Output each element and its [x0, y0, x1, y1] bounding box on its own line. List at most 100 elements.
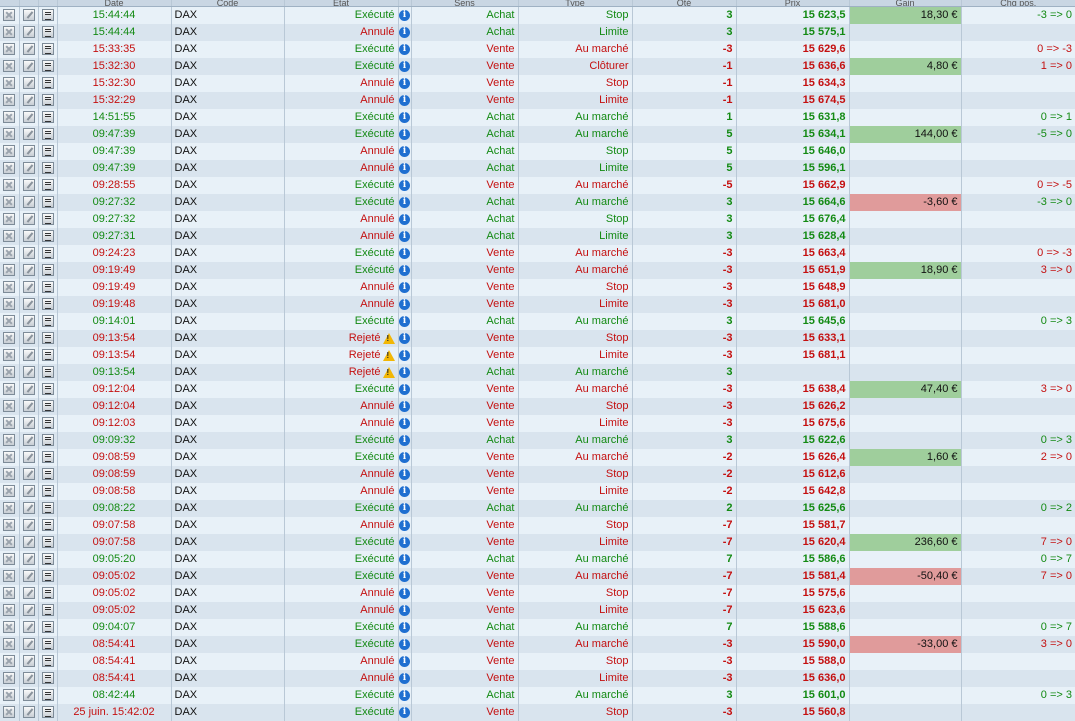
info-button[interactable]: i: [398, 567, 412, 585]
table-row[interactable]: 08:54:41 DAX Exécuté i Vente Au marché -3 15 59…: [0, 635, 1075, 653]
table-row[interactable]: 09:47:39 DAX Exécuté i Achat Au marché 5 15 634…: [0, 125, 1075, 143]
cancel-order-button[interactable]: [0, 363, 20, 381]
order-details-button[interactable]: [38, 686, 58, 704]
info-button[interactable]: i: [398, 74, 412, 92]
table-row[interactable]: 09:28:55 DAX Exécuté i Vente Au marché -5 15 66…: [0, 176, 1075, 194]
order-details-button[interactable]: [38, 465, 58, 483]
edit-order-button[interactable]: [19, 482, 39, 500]
table-row[interactable]: 09:47:39 DAX Annulé i Achat Stop 5 15 646,0: [0, 142, 1075, 160]
info-button[interactable]: i: [398, 40, 412, 58]
info-button[interactable]: i: [398, 142, 412, 160]
table-row[interactable]: 09:27:31 DAX Annulé i Achat Limite 3 15 628,4: [0, 227, 1075, 245]
edit-order-button[interactable]: [19, 261, 39, 279]
cancel-order-button[interactable]: [0, 346, 20, 364]
cancel-order-button[interactable]: [0, 108, 20, 126]
table-row[interactable]: 09:07:58 DAX Exécuté i Vente Limite -7 15 620,4…: [0, 533, 1075, 551]
edit-order-button[interactable]: [19, 74, 39, 92]
info-button[interactable]: i: [398, 312, 412, 330]
cancel-order-button[interactable]: [0, 601, 20, 619]
order-details-button[interactable]: [38, 635, 58, 653]
info-button[interactable]: i: [398, 159, 412, 177]
info-button[interactable]: i: [398, 550, 412, 568]
cancel-order-button[interactable]: [0, 516, 20, 534]
info-button[interactable]: i: [398, 176, 412, 194]
order-details-button[interactable]: [38, 227, 58, 245]
table-row[interactable]: 25 juin. 15:42:02 DAX Exécuté i Vente Stop -3 1…: [0, 703, 1075, 721]
order-details-button[interactable]: [38, 108, 58, 126]
info-button[interactable]: i: [398, 57, 412, 75]
cancel-order-button[interactable]: [0, 227, 20, 245]
table-row[interactable]: 09:05:20 DAX Exécuté i Achat Au marché 7 15 586…: [0, 550, 1075, 568]
info-button[interactable]: i: [398, 601, 412, 619]
edit-order-button[interactable]: [19, 91, 39, 109]
order-details-button[interactable]: [38, 448, 58, 466]
order-details-button[interactable]: [38, 584, 58, 602]
table-row[interactable]: 09:12:04 DAX Exécuté i Vente Au marché -3 15 63…: [0, 380, 1075, 398]
info-button[interactable]: i: [398, 414, 412, 432]
cancel-order-button[interactable]: [0, 635, 20, 653]
cancel-order-button[interactable]: [0, 482, 20, 500]
cancel-order-button[interactable]: [0, 261, 20, 279]
edit-order-button[interactable]: [19, 414, 39, 432]
cancel-order-button[interactable]: [0, 584, 20, 602]
info-button[interactable]: i: [398, 397, 412, 415]
info-button[interactable]: i: [398, 533, 412, 551]
cancel-order-button[interactable]: [0, 448, 20, 466]
cancel-order-button[interactable]: [0, 618, 20, 636]
cancel-order-button[interactable]: [0, 23, 20, 41]
cancel-order-button[interactable]: [0, 57, 20, 75]
cancel-order-button[interactable]: [0, 193, 20, 211]
table-row[interactable]: 09:08:58 DAX Annulé i Vente Limite -2 15 642,8: [0, 482, 1075, 500]
info-button[interactable]: i: [398, 278, 412, 296]
table-row[interactable]: 09:19:49 DAX Annulé i Vente Stop -3 15 648,9: [0, 278, 1075, 296]
order-details-button[interactable]: [38, 40, 58, 58]
edit-order-button[interactable]: [19, 125, 39, 143]
info-button[interactable]: i: [398, 193, 412, 211]
edit-order-button[interactable]: [19, 584, 39, 602]
order-details-button[interactable]: [38, 414, 58, 432]
edit-order-button[interactable]: [19, 397, 39, 415]
edit-order-button[interactable]: [19, 23, 39, 41]
cancel-order-button[interactable]: [0, 652, 20, 670]
edit-order-button[interactable]: [19, 567, 39, 585]
info-button[interactable]: i: [398, 516, 412, 534]
table-row[interactable]: 15:33:35 DAX Exécuté i Vente Au marché -3 15 62…: [0, 40, 1075, 58]
table-row[interactable]: 15:44:44 DAX Annulé i Achat Limite 3 15 575,1: [0, 23, 1075, 41]
table-row[interactable]: 09:12:03 DAX Annulé i Vente Limite -3 15 675,6: [0, 414, 1075, 432]
edit-order-button[interactable]: [19, 380, 39, 398]
cancel-order-button[interactable]: [0, 465, 20, 483]
info-button[interactable]: i: [398, 482, 412, 500]
info-button[interactable]: i: [398, 499, 412, 517]
order-details-button[interactable]: [38, 159, 58, 177]
info-button[interactable]: i: [398, 108, 412, 126]
order-details-button[interactable]: [38, 210, 58, 228]
order-details-button[interactable]: [38, 57, 58, 75]
edit-order-button[interactable]: [19, 346, 39, 364]
order-details-button[interactable]: [38, 142, 58, 160]
table-row[interactable]: 09:19:49 DAX Exécuté i Vente Au marché -3 15 65…: [0, 261, 1075, 279]
edit-order-button[interactable]: [19, 193, 39, 211]
cancel-order-button[interactable]: [0, 244, 20, 262]
info-button[interactable]: i: [398, 23, 412, 41]
info-button[interactable]: i: [398, 91, 412, 109]
edit-order-button[interactable]: [19, 57, 39, 75]
edit-order-button[interactable]: [19, 516, 39, 534]
table-row[interactable]: 09:19:48 DAX Annulé i Vente Limite -3 15 681,0: [0, 295, 1075, 313]
cancel-order-button[interactable]: [0, 329, 20, 347]
info-button[interactable]: i: [398, 295, 412, 313]
cancel-order-button[interactable]: [0, 278, 20, 296]
edit-order-button[interactable]: [19, 686, 39, 704]
table-row[interactable]: 09:05:02 DAX Annulé i Vente Stop -7 15 575,6: [0, 584, 1075, 602]
order-details-button[interactable]: [38, 533, 58, 551]
cancel-order-button[interactable]: [0, 533, 20, 551]
table-row[interactable]: 09:24:23 DAX Exécuté i Vente Au marché -3 15 66…: [0, 244, 1075, 262]
cancel-order-button[interactable]: [0, 6, 20, 24]
table-row[interactable]: 09:09:32 DAX Exécuté i Achat Au marché 3 15 622…: [0, 431, 1075, 449]
order-details-button[interactable]: [38, 618, 58, 636]
cancel-order-button[interactable]: [0, 295, 20, 313]
order-details-button[interactable]: [38, 312, 58, 330]
cancel-order-button[interactable]: [0, 686, 20, 704]
cancel-order-button[interactable]: [0, 159, 20, 177]
info-button[interactable]: i: [398, 465, 412, 483]
order-details-button[interactable]: [38, 244, 58, 262]
